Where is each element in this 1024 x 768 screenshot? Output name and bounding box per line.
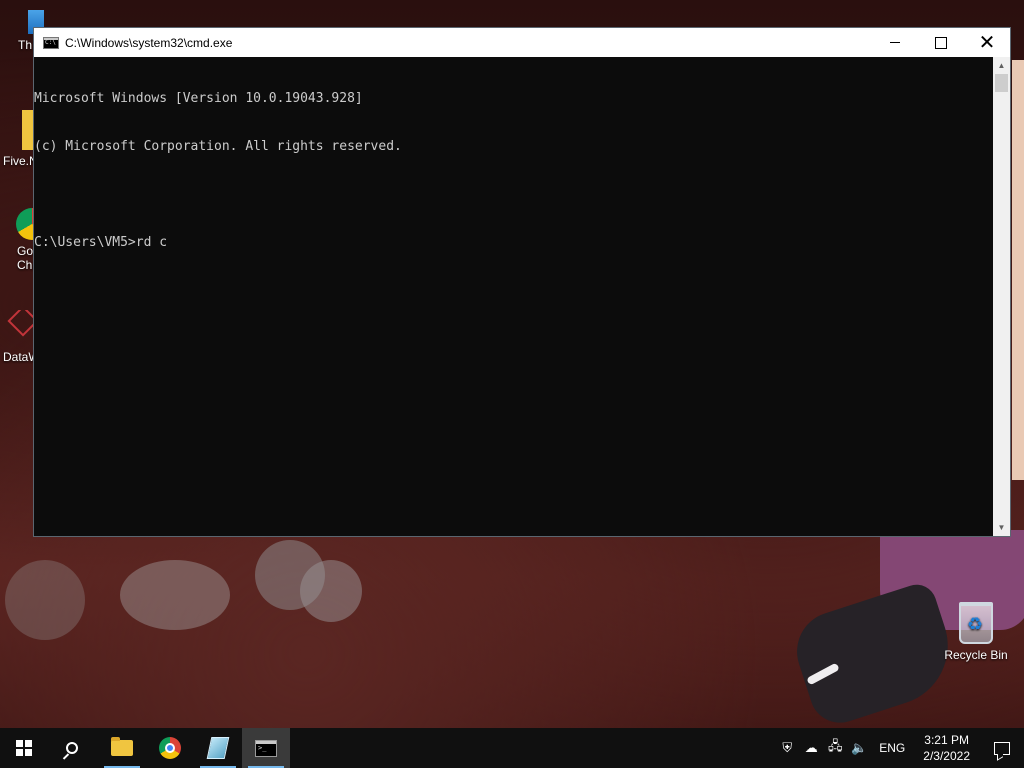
taskbar-chrome[interactable]	[146, 728, 194, 768]
clock-time: 3:21 PM	[924, 733, 969, 747]
minimize-button[interactable]	[872, 28, 918, 57]
taskbar-cmd[interactable]	[242, 728, 290, 768]
title-bar[interactable]: C:\Windows\system32\cmd.exe ✕	[34, 28, 1010, 57]
cmd-icon	[255, 739, 277, 757]
wallpaper-shape	[5, 560, 85, 640]
scroll-up-arrow-icon[interactable]: ▲	[993, 57, 1010, 74]
taskbar: ⛨ ☁ 🖧 🔈 ENG 3:21 PM 2/3/2022	[0, 728, 1024, 768]
scroll-down-arrow-icon[interactable]: ▼	[993, 519, 1010, 536]
cmd-icon	[43, 36, 59, 49]
search-icon	[66, 742, 78, 754]
console-input-line[interactable]: C:\Users\VM5>rd c	[34, 235, 1010, 251]
taskbar-app[interactable]	[194, 728, 242, 768]
wallpaper-shape	[1012, 60, 1024, 480]
clock[interactable]: 3:21 PM 2/3/2022	[913, 732, 980, 764]
system-tray: ⛨ ☁ 🖧 🔈 ENG 3:21 PM 2/3/2022	[775, 728, 1024, 768]
desktop-icon-recycle-bin[interactable]: Recycle Bin	[940, 602, 1012, 662]
window-title: C:\Windows\system32\cmd.exe	[65, 35, 233, 50]
close-button[interactable]: ✕	[964, 28, 1010, 57]
cmd-window[interactable]: C:\Windows\system32\cmd.exe ✕ Microsoft …	[33, 27, 1011, 537]
folder-icon	[111, 737, 133, 756]
chrome-icon	[159, 737, 181, 759]
notification-icon	[994, 741, 1010, 755]
wallpaper-shape	[120, 560, 230, 630]
volume-muted-icon[interactable]: 🔈	[847, 728, 871, 768]
vertical-scrollbar[interactable]: ▲ ▼	[993, 57, 1010, 536]
taskbar-file-explorer[interactable]	[98, 728, 146, 768]
language-indicator[interactable]: ENG	[871, 741, 913, 755]
desktop-icon-label: Recycle Bin	[944, 648, 1008, 662]
security-shield-icon[interactable]: ⛨	[775, 728, 799, 768]
app-icon	[206, 737, 230, 759]
windows-start-icon	[16, 740, 32, 756]
maximize-button[interactable]	[918, 28, 964, 57]
search-button[interactable]	[48, 728, 96, 768]
wallpaper-shape	[300, 560, 362, 622]
console-output[interactable]: Microsoft Windows [Version 10.0.19043.92…	[34, 57, 1010, 537]
onedrive-icon[interactable]: ☁	[799, 728, 823, 768]
clock-date: 2/3/2022	[923, 749, 970, 763]
console-line: (c) Microsoft Corporation. All rights re…	[34, 139, 402, 154]
start-button[interactable]	[0, 728, 48, 768]
scroll-thumb[interactable]	[995, 74, 1008, 92]
network-icon[interactable]: 🖧	[823, 728, 847, 768]
console-line: Microsoft Windows [Version 10.0.19043.92…	[34, 91, 363, 106]
wallpaper-shape	[786, 579, 964, 731]
action-center-button[interactable]	[980, 728, 1024, 768]
recycle-bin-icon	[959, 602, 993, 644]
